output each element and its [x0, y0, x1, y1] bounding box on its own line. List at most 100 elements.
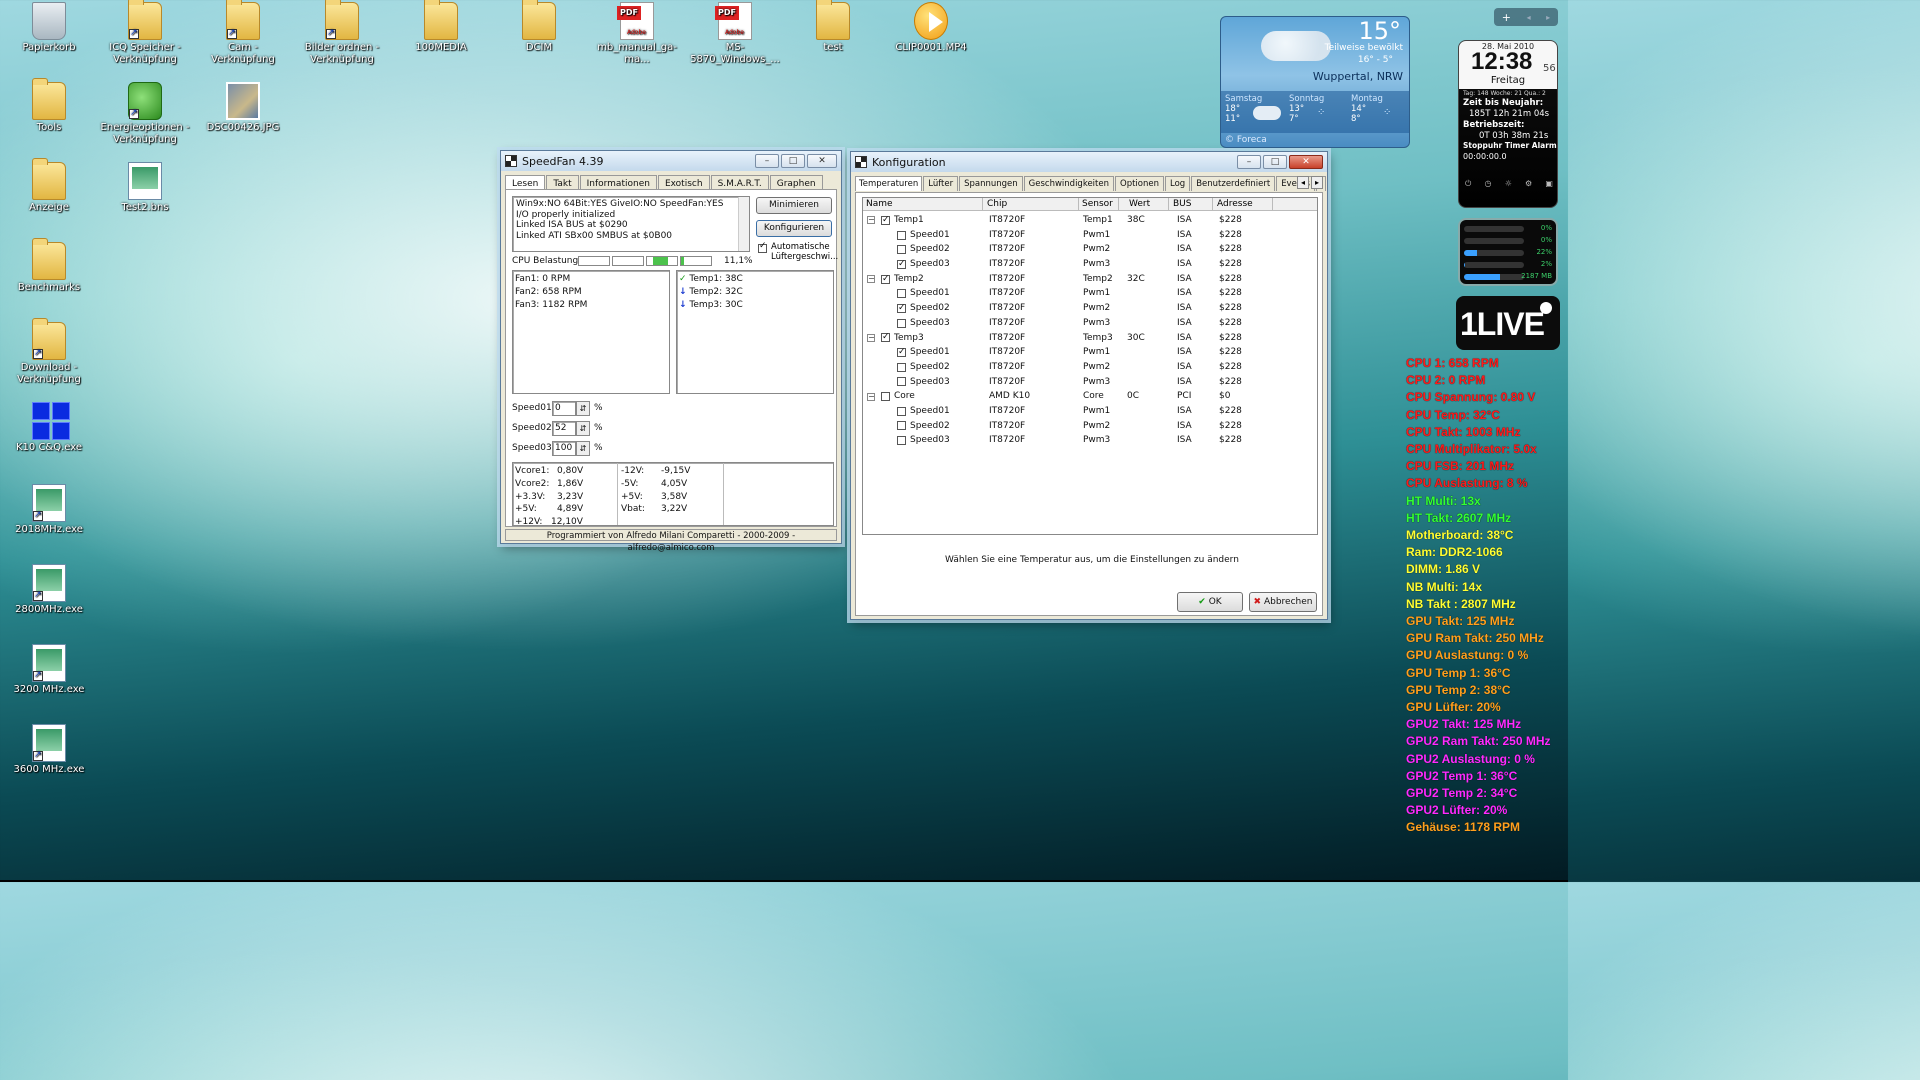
- desktop-icon-mb-manual[interactable]: mb_manual_ga-ma...: [589, 2, 685, 66]
- tab-spannungen[interactable]: Spannungen: [959, 176, 1023, 191]
- lock-icon[interactable]: ▣: [1545, 179, 1553, 191]
- table-row[interactable]: − Temp3 IT8720F Temp3 30C ISA $228: [863, 331, 1317, 346]
- sensor-table[interactable]: Name Chip Sensor Wert BUS Adresse − Temp1…: [862, 197, 1318, 535]
- configure-button[interactable]: Konfigurieren: [756, 220, 832, 237]
- desktop-icon-bilder[interactable]: Bilder ordnen - Verknüpfung: [294, 0, 390, 66]
- spinner-icon[interactable]: ⇵: [576, 440, 590, 456]
- table-row[interactable]: Speed03 IT8720F Pwm3 ISA $228: [863, 257, 1317, 272]
- table-row[interactable]: Speed01 IT8720F Pwm1 ISA $228: [863, 345, 1317, 360]
- clock-modes[interactable]: Stoppuhr Timer Alarm: [1463, 141, 1557, 150]
- desktop-icon-icq[interactable]: ICQ Speicher - Verknüpfung: [97, 0, 193, 66]
- desktop-icon-dcim[interactable]: DCIM: [491, 0, 587, 54]
- row-checkbox[interactable]: [897, 345, 906, 360]
- tab-temperaturen[interactable]: Temperaturen: [855, 176, 923, 191]
- table-row[interactable]: − Temp2 IT8720F Temp2 32C ISA $228: [863, 272, 1317, 287]
- column-header[interactable]: Name: [863, 198, 983, 210]
- weather-source[interactable]: © Foreca: [1225, 135, 1267, 145]
- desktop-icon-tools[interactable]: Tools: [1, 78, 97, 134]
- timer-icon[interactable]: ◷: [1485, 179, 1492, 191]
- row-checkbox[interactable]: [881, 272, 890, 286]
- config-titlebar[interactable]: Konfiguration – □ ✕: [851, 152, 1327, 172]
- speed02-input[interactable]: 52: [552, 420, 576, 436]
- collapse-icon[interactable]: −: [867, 333, 875, 342]
- log-box[interactable]: Win9x:NO 64Bit:YES GiveIO:NO SpeedFan:YE…: [512, 196, 750, 252]
- desktop-icon-dsc[interactable]: DSC00426.JPG: [195, 82, 291, 134]
- power-icon[interactable]: ⏻: [1465, 179, 1471, 191]
- table-row[interactable]: Speed01 IT8720F Pwm1 ISA $228: [863, 404, 1317, 419]
- table-row[interactable]: Speed02 IT8720F Pwm2 ISA $228: [863, 301, 1317, 316]
- desktop-icon-download[interactable]: Download - Verknüpfung: [1, 318, 97, 386]
- tab-luefter[interactable]: Lüfter: [923, 176, 959, 191]
- table-row[interactable]: Speed02 IT8720F Pwm2 ISA $228: [863, 360, 1317, 375]
- minimize-app-button[interactable]: Minimieren: [756, 197, 832, 214]
- spinner-icon[interactable]: ⇵: [576, 420, 590, 436]
- ok-button[interactable]: ✔ OK: [1177, 592, 1243, 612]
- table-row[interactable]: Speed03 IT8720F Pwm3 ISA $228: [863, 433, 1317, 448]
- column-header[interactable]: Chip: [983, 198, 1079, 210]
- speed01-input[interactable]: 0: [552, 400, 576, 416]
- close-button[interactable]: ✕: [1289, 155, 1323, 169]
- row-checkbox[interactable]: [881, 213, 890, 228]
- row-checkbox[interactable]: [897, 362, 906, 372]
- column-header[interactable]: Wert: [1119, 198, 1169, 210]
- desktop-icon-100media[interactable]: 100MEDIA: [393, 0, 489, 54]
- table-row[interactable]: Speed01 IT8720F Pwm1 ISA $228: [863, 286, 1317, 301]
- row-checkbox[interactable]: [897, 377, 906, 387]
- previous-icon[interactable]: ◂: [1527, 13, 1531, 22]
- desktop-icon-cam[interactable]: Cam - Verknüpfung: [195, 0, 291, 66]
- clock-gadget[interactable]: 28. Mai 2010 12:38 56 Freitag Tag: 148 W…: [1458, 40, 1558, 208]
- minimize-button[interactable]: –: [1237, 155, 1261, 169]
- row-checkbox[interactable]: [881, 331, 890, 345]
- tab-scroll-left-icon[interactable]: ◂: [1297, 176, 1309, 189]
- maximize-button[interactable]: □: [1263, 155, 1287, 169]
- row-checkbox[interactable]: [897, 301, 906, 316]
- row-checkbox[interactable]: [897, 421, 906, 431]
- tab-log[interactable]: Log: [1165, 176, 1191, 191]
- row-checkbox[interactable]: [897, 289, 906, 299]
- settings-icon[interactable]: ⚙: [1525, 179, 1532, 191]
- speed03-input[interactable]: 100: [552, 440, 576, 456]
- system-meters-gadget[interactable]: 0% 0% 22% 2% 2187 MB: [1458, 218, 1558, 286]
- desktop-icon-energie[interactable]: Energieoptionen - Verknüpfung: [97, 82, 193, 146]
- close-button[interactable]: ✕: [807, 154, 837, 168]
- maximize-button[interactable]: □: [781, 154, 805, 168]
- desktop-icon-3200[interactable]: 3200 MHz.exe: [1, 644, 97, 696]
- table-row[interactable]: Speed02 IT8720F Pwm2 ISA $228: [863, 419, 1317, 434]
- table-row[interactable]: − Core AMD K10 Core 0C PCI $0: [863, 389, 1317, 404]
- auto-fan-checkbox[interactable]: Automatische Lüftergeschwi...: [758, 241, 838, 262]
- row-checkbox[interactable]: [897, 257, 906, 272]
- desktop-icon-recycle-bin[interactable]: Papierkorb: [1, 2, 97, 54]
- tab-events[interactable]: Events: [1276, 176, 1315, 191]
- sun-icon[interactable]: ☼: [1505, 179, 1512, 191]
- collapse-icon[interactable]: −: [867, 392, 875, 401]
- desktop-icon-2018[interactable]: 2018MHz.exe: [1, 484, 97, 536]
- desktop-icon-benchmarks[interactable]: Benchmarks: [1, 238, 97, 294]
- row-checkbox[interactable]: [897, 436, 906, 446]
- desktop-icon-3600[interactable]: 3600 MHz.exe: [1, 724, 97, 776]
- row-checkbox[interactable]: [881, 392, 890, 402]
- speedfan-titlebar[interactable]: SpeedFan 4.39 – □ ✕: [501, 151, 841, 171]
- table-row[interactable]: Speed02 IT8720F Pwm2 ISA $228: [863, 242, 1317, 257]
- desktop-icon-test2[interactable]: Test2.bns: [97, 162, 193, 214]
- tab-benutzerdefiniert[interactable]: Benutzerdefiniert: [1191, 176, 1276, 191]
- weather-gadget[interactable]: 15° Teilweise bewölkt 16° - 5° Wuppertal…: [1220, 16, 1410, 148]
- desktop-icon-2800[interactable]: 2800MHz.exe: [1, 564, 97, 616]
- collapse-icon[interactable]: −: [867, 216, 875, 225]
- desktop-icon-ms5870[interactable]: MS-5870_Windows_...: [687, 2, 783, 66]
- row-checkbox[interactable]: [897, 245, 906, 255]
- column-header[interactable]: Adresse: [1213, 198, 1273, 210]
- desktop-icon-test[interactable]: test: [785, 0, 881, 54]
- minimize-button[interactable]: –: [755, 154, 779, 168]
- table-row[interactable]: Speed03 IT8720F Pwm3 ISA $228: [863, 375, 1317, 390]
- desktop-icon-k10[interactable]: K10 C&Q.exe: [1, 402, 97, 454]
- row-checkbox[interactable]: [897, 230, 906, 240]
- table-row[interactable]: Speed03 IT8720F Pwm3 ISA $228: [863, 316, 1317, 331]
- desktop-icon-anzeige[interactable]: Anzeige: [1, 158, 97, 214]
- checkbox[interactable]: [758, 241, 767, 253]
- table-row[interactable]: Speed01 IT8720F Pwm1 ISA $228: [863, 228, 1317, 243]
- next-icon[interactable]: ▸: [1546, 13, 1550, 22]
- cancel-button[interactable]: ✖ Abbrechen: [1249, 592, 1317, 612]
- tab-geschwindigkeiten[interactable]: Geschwindigkeiten: [1023, 176, 1114, 191]
- collapse-icon[interactable]: −: [867, 275, 875, 284]
- spinner-icon[interactable]: ⇵: [576, 400, 590, 416]
